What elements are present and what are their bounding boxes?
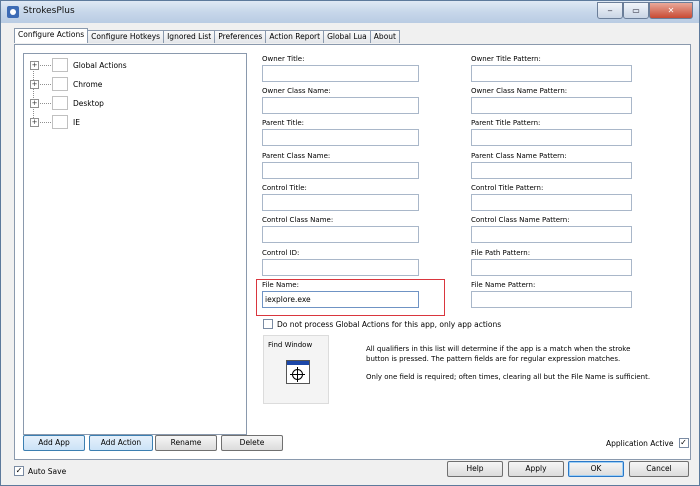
crosshair-icon[interactable] [286,360,310,384]
window-title: StrokesPlus [23,6,75,16]
rename-button[interactable]: Rename [155,435,217,451]
tree-item-label: Chrome [73,79,103,89]
app-icon [7,6,19,18]
tab-configure-actions[interactable]: Configure Actions [14,28,89,43]
tree-dots [40,102,51,104]
node-icon [52,115,68,129]
tab-ignored-list[interactable]: Ignored List [163,30,216,43]
info-text-match: All qualifiers in this list will determi… [366,345,631,363]
control-class-name-label: Control Class Name: [262,216,334,224]
node-icon [52,96,68,110]
node-icon [52,58,68,72]
file-path-pattern-field[interactable] [471,259,632,276]
file-path-pattern-label: File Path Pattern: [471,249,531,257]
tree-dots [40,121,51,123]
file-name-pattern-field[interactable] [471,291,632,308]
tab-bar: Configure Actions Configure Hotkeys Igno… [14,28,400,44]
tab-configure-hotkeys[interactable]: Configure Hotkeys [87,30,165,43]
tree-dots [40,64,51,66]
control-class-name-field[interactable] [262,226,419,243]
parent-class-name-pattern-field[interactable] [471,162,632,179]
window-controls: ‒ ▭ ✕ [597,2,693,19]
ok-button[interactable]: OK [568,461,624,477]
parent-title-pattern-field[interactable] [471,129,632,146]
owner-class-name-field[interactable] [262,97,419,114]
control-title-pattern-field[interactable] [471,194,632,211]
tree-item-desktop[interactable]: + Desktop [30,95,104,111]
control-id-field[interactable] [262,259,419,276]
parent-title-label: Parent Title: [262,119,304,127]
owner-title-label: Owner Title: [262,55,305,63]
tree-item-label: IE [73,117,80,127]
tab-preferences[interactable]: Preferences [214,30,267,43]
tree-item-global-actions[interactable]: + Global Actions [30,57,127,73]
application-active-option[interactable]: Application Active ✓ [606,438,693,448]
skip-global-actions-option[interactable]: Do not process Global Actions for this a… [263,319,501,329]
parent-class-name-pattern-label: Parent Class Name Pattern: [471,152,567,160]
file-name-pattern-label: File Name Pattern: [471,281,536,289]
control-title-label: Control Title: [262,184,307,192]
control-title-field[interactable] [262,194,419,211]
parent-title-pattern-label: Parent Title Pattern: [471,119,541,127]
add-action-button[interactable]: Add Action [89,435,153,451]
auto-save-option[interactable]: ✓ Auto Save [14,466,66,476]
maximize-button[interactable]: ▭ [623,2,649,19]
skip-global-actions-label: Do not process Global Actions for this a… [277,319,502,329]
application-active-label: Application Active [606,438,674,448]
parent-class-name-label: Parent Class Name: [262,152,331,160]
close-button[interactable]: ✕ [649,2,693,19]
help-button[interactable]: Help [447,461,503,477]
owner-class-name-label: Owner Class Name: [262,87,331,95]
parent-class-name-field[interactable] [262,162,419,179]
auto-save-label: Auto Save [28,466,67,476]
parent-title-field[interactable] [262,129,419,146]
tree-item-ie[interactable]: + IE [30,114,80,130]
delete-button[interactable]: Delete [221,435,283,451]
owner-title-field[interactable] [262,65,419,82]
skip-global-actions-checkbox[interactable] [263,319,273,329]
find-window-label: Find Window [268,341,313,349]
expand-icon[interactable]: + [30,117,39,127]
auto-save-checkbox[interactable]: ✓ [14,466,24,476]
info-text-required: Only one field is required; often times,… [366,373,651,381]
tab-global-lua[interactable]: Global Lua [323,30,371,43]
owner-title-pattern-label: Owner Title Pattern: [471,55,541,63]
window-titlebar-glyph [287,361,309,365]
tree-item-chrome[interactable]: + Chrome [30,76,102,92]
control-class-name-pattern-label: Control Class Name Pattern: [471,216,570,224]
expand-icon[interactable]: + [30,79,39,89]
app-tree[interactable]: + Global Actions + Chrome + Desktop + IE [23,53,247,435]
application-active-checkbox[interactable]: ✓ [678,438,689,448]
crosshair-vertical [297,367,298,382]
tree-item-label: Global Actions [73,60,127,70]
owner-class-name-pattern-label: Owner Class Name Pattern: [471,87,568,95]
minimize-button[interactable]: ‒ [597,2,623,19]
control-id-label: Control ID: [262,249,300,257]
tree-item-label: Desktop [73,98,104,108]
tab-action-report[interactable]: Action Report [265,30,325,43]
title-bar: StrokesPlus ‒ ▭ ✕ [1,1,699,23]
tree-dots [40,83,51,85]
control-class-name-pattern-field[interactable] [471,226,632,243]
control-title-pattern-label: Control Title Pattern: [471,184,544,192]
expand-icon[interactable]: + [30,98,39,108]
add-app-button[interactable]: Add App [23,435,85,451]
apply-button[interactable]: Apply [508,461,564,477]
expand-icon[interactable]: + [30,60,39,70]
node-icon [52,77,68,91]
cancel-button[interactable]: Cancel [629,461,689,477]
tab-about[interactable]: About [369,30,400,43]
owner-class-name-pattern-field[interactable] [471,97,632,114]
find-window-group: Find Window [263,335,329,404]
owner-title-pattern-field[interactable] [471,65,632,82]
file-name-highlight [256,279,445,316]
app-window: StrokesPlus ‒ ▭ ✕ Configure Actions Conf… [0,0,700,486]
